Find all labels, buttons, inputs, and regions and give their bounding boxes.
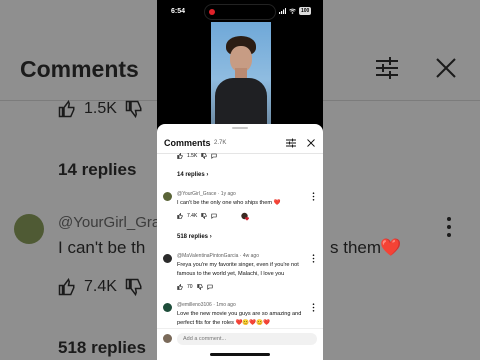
replies-count-top: 14 replies: [177, 172, 205, 178]
phone-screen: 6:54 100 Comments 2.7K 1.5K 14 replies ›…: [157, 0, 323, 360]
comment-text: I can't be the only one who ships them ❤…: [177, 200, 281, 206]
add-comment-input[interactable]: [177, 333, 317, 345]
comment-actions: 7.4K: [177, 213, 217, 219]
background-replies-2: 518 replies: [58, 338, 146, 357]
system-indicators: 100: [279, 7, 312, 15]
thumbs-down-icon[interactable]: [196, 284, 203, 290]
thumbs-down-icon[interactable]: [201, 213, 207, 219]
chevron-right-icon: ›: [206, 172, 209, 178]
more-options-icon[interactable]: [312, 303, 315, 312]
comment-username[interactable]: @MaValentinaPintonGarcia · 4w ago: [177, 253, 259, 259]
background-heart: ❤️: [380, 238, 402, 257]
thumbs-down-icon[interactable]: [201, 153, 207, 159]
filter-icon[interactable]: [286, 138, 296, 148]
comment-username[interactable]: @emilleno3106 · 1mo ago: [177, 302, 236, 308]
more-options-icon: [447, 217, 451, 237]
avatar: [163, 334, 172, 343]
thumbs-down-icon: [125, 278, 142, 296]
status-bar: 6:54 100: [157, 0, 323, 22]
background-like-count-2: 7.4K: [84, 278, 117, 295]
background-like-row: 1.5K: [58, 100, 143, 118]
recording-indicator-icon: [209, 9, 215, 15]
background-username: @YourGirl_Gra: [58, 214, 161, 231]
like-count: 7.4K: [187, 213, 198, 219]
background-title: Comments: [20, 56, 139, 82]
comment-actions-top: 1.5K: [177, 153, 217, 159]
comment-actions: 70: [177, 284, 213, 290]
creator-heart-icon: [241, 212, 249, 221]
thumbs-up-icon[interactable]: [177, 284, 183, 290]
status-time: 6:54: [171, 8, 186, 15]
battery-indicator: 100: [299, 7, 312, 15]
avatar[interactable]: [163, 303, 172, 312]
like-count: 1.5K: [187, 153, 198, 159]
filter-icon: [376, 57, 398, 79]
video-person-shirt: [215, 78, 267, 126]
background-replies-1: 14 replies: [58, 160, 137, 179]
signal-icon: [279, 8, 286, 14]
like-count: 70: [187, 284, 193, 290]
replies-count: 518 replies: [177, 234, 209, 240]
replies-link[interactable]: 518 replies ›: [177, 234, 212, 240]
screen: Comments 1.5K 14 replies @YourGirl_Gra I…: [0, 0, 480, 360]
comments-header: Comments 2.7K: [157, 134, 323, 152]
replies-link-top[interactable]: 14 replies ›: [177, 172, 208, 178]
wifi-icon: [289, 8, 296, 14]
background-like-row-2: 7.4K: [58, 278, 143, 296]
add-comment-bar: [157, 328, 323, 348]
reply-icon[interactable]: [211, 213, 217, 219]
close-icon[interactable]: [307, 139, 315, 147]
avatar[interactable]: [163, 192, 172, 201]
background-comment-right: s them: [330, 238, 382, 257]
comment-username[interactable]: @YourGirl_Grace · 1y ago: [177, 191, 236, 197]
reply-icon[interactable]: [207, 284, 213, 290]
reply-icon[interactable]: [211, 153, 217, 159]
comments-sheet: Comments 2.7K 1.5K 14 replies › @YourGir…: [157, 124, 323, 360]
background-like-count: 1.5K: [84, 100, 117, 117]
background-avatar: [14, 214, 44, 244]
background-comment-left: I can't be th: [58, 238, 146, 257]
avatar[interactable]: [163, 254, 172, 263]
comments-count: 2.7K: [214, 140, 227, 146]
thumbs-down-icon: [125, 100, 142, 118]
comments-title: Comments: [164, 138, 211, 148]
thumbs-up-icon[interactable]: [177, 213, 183, 219]
comment-text: Love the new movie you guys are so amazi…: [177, 311, 302, 326]
thumbs-up-icon[interactable]: [177, 153, 183, 159]
comment-text: Freya you're my favorite singer, even if…: [177, 262, 299, 277]
home-indicator[interactable]: [210, 353, 270, 356]
more-options-icon[interactable]: [312, 192, 315, 201]
video-thumbnail[interactable]: [211, 22, 271, 126]
more-options-icon[interactable]: [312, 254, 315, 263]
thumbs-up-icon: [58, 278, 75, 296]
chevron-right-icon: ›: [209, 234, 212, 240]
close-icon: [436, 58, 456, 78]
drag-handle[interactable]: [232, 127, 248, 129]
thumbs-up-icon: [58, 100, 75, 118]
